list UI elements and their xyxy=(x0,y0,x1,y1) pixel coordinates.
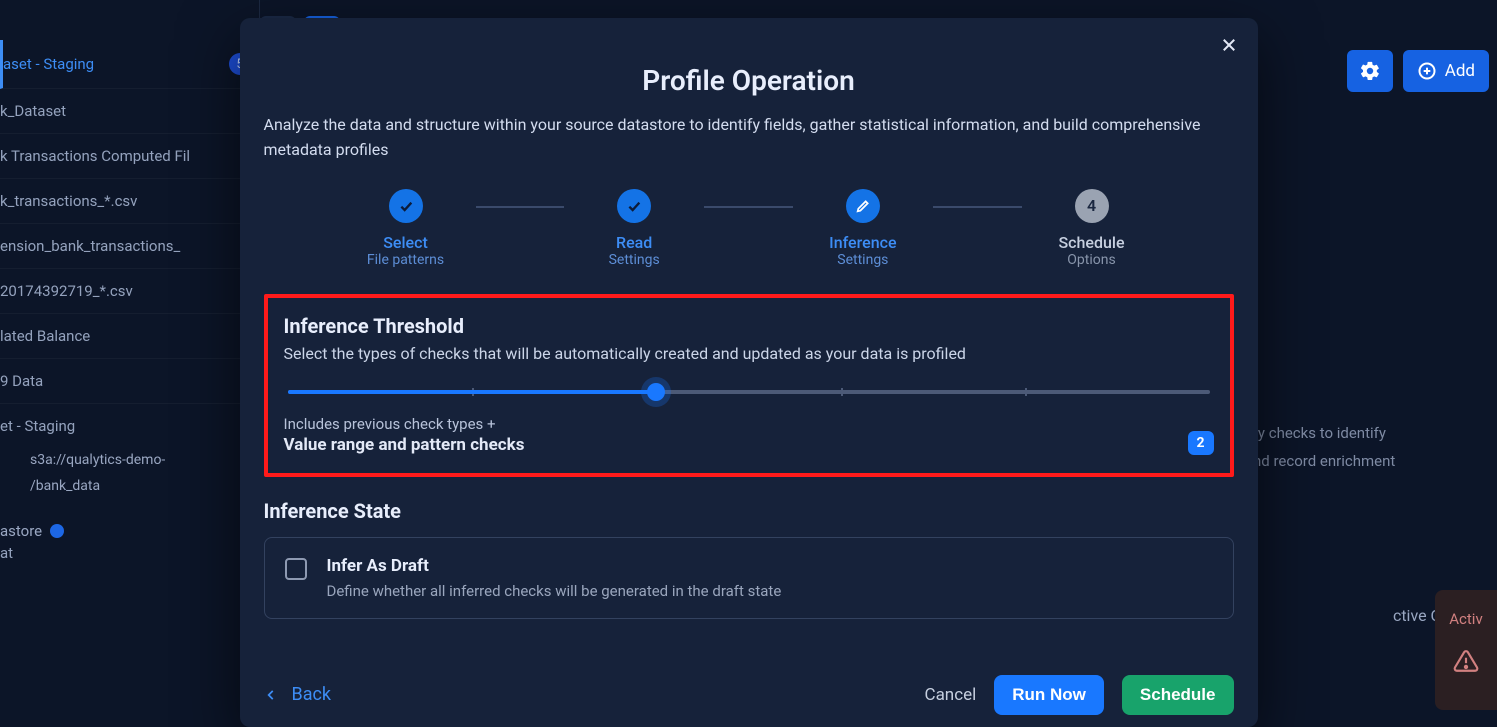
add-button[interactable]: Add xyxy=(1403,50,1489,92)
slider-tick xyxy=(841,388,843,396)
side-alert-label: Activ xyxy=(1449,610,1482,628)
step-sub: File patterns xyxy=(367,252,444,268)
close-button[interactable] xyxy=(1220,36,1238,54)
sidebar-item-label: lated Balance xyxy=(0,327,90,345)
sidebar-item-label: k_Dataset xyxy=(0,102,66,120)
sidebar-item[interactable]: k_Dataset xyxy=(0,89,259,134)
sidebar-section-item[interactable]: et - Staging xyxy=(0,404,259,448)
sidebar-path: s3a://qualytics-demo- xyxy=(0,448,259,478)
modal-title: Profile Operation xyxy=(264,64,1234,97)
infer-as-draft-checkbox[interactable] xyxy=(285,558,307,580)
step-title: Schedule xyxy=(1058,233,1124,252)
sidebar-item-active[interactable]: aset - Staging 5 xyxy=(0,40,259,89)
infer-as-draft-row[interactable]: Infer As Draft Define whether all inferr… xyxy=(264,537,1234,619)
step-line xyxy=(704,206,793,208)
step-title: Read xyxy=(616,233,652,252)
step-circle xyxy=(389,189,423,223)
plus-circle-icon xyxy=(1417,61,1437,81)
threshold-slider[interactable] xyxy=(288,383,1210,401)
step-inference[interactable]: Inference Settings xyxy=(793,189,933,268)
step-select[interactable]: Select File patterns xyxy=(336,189,476,268)
sidebar-item-label: 9 Data xyxy=(0,372,43,390)
check-icon xyxy=(398,198,414,214)
sidebar-item[interactable]: k Transactions Computed Fil xyxy=(0,134,259,179)
sidebar-item-label: 20174392719_*.csv xyxy=(0,282,133,300)
modal-description: Analyze the data and structure within yo… xyxy=(264,113,1234,163)
slider-tick xyxy=(1025,388,1027,396)
step-line xyxy=(933,206,1022,208)
sidebar-item[interactable]: 20174392719_*.csv xyxy=(0,269,259,314)
side-alert-tab[interactable]: Activ xyxy=(1435,590,1497,710)
settings-button[interactable] xyxy=(1347,50,1393,92)
section-subtitle: Select the types of checks that will be … xyxy=(284,344,1214,363)
step-read[interactable]: Read Settings xyxy=(564,189,704,268)
slider-caption: Includes previous check types + Value ra… xyxy=(284,415,1214,455)
sidebar-item-label: et - Staging xyxy=(0,417,75,435)
sidebar-datastore-sub: at xyxy=(0,540,259,575)
sidebar-item[interactable]: k_transactions_*.csv xyxy=(0,179,259,224)
step-circle xyxy=(617,189,651,223)
sidebar-item-label: ension_bank_transactions_ xyxy=(0,237,180,255)
top-right-actions: Add xyxy=(1347,50,1489,92)
sidebar-datastore-label: astore xyxy=(0,504,259,540)
sidebar-item[interactable]: 9 Data xyxy=(0,359,259,404)
cancel-button[interactable]: Cancel xyxy=(925,685,977,705)
schedule-button[interactable]: Schedule xyxy=(1122,675,1234,715)
run-now-button[interactable]: Run Now xyxy=(994,675,1104,715)
add-button-label: Add xyxy=(1445,61,1475,81)
sidebar-item[interactable]: lated Balance xyxy=(0,314,259,359)
sidebar-item-label: k Transactions Computed Fil xyxy=(0,147,190,165)
slider-fill xyxy=(288,390,657,394)
step-line xyxy=(476,206,565,208)
step-schedule[interactable]: 4 Schedule Options xyxy=(1022,189,1162,268)
slider-caption-pre: Includes previous check types + xyxy=(284,415,496,433)
step-circle: 4 xyxy=(1075,189,1109,223)
stepper: Select File patterns Read Settings Infer… xyxy=(336,189,1162,268)
sidebar-item[interactable]: ension_bank_transactions_ xyxy=(0,224,259,269)
slider-value-badge: 2 xyxy=(1188,431,1214,455)
infer-as-draft-sub: Define whether all inferred checks will … xyxy=(327,582,782,600)
inference-threshold-section: Inference Threshold Select the types of … xyxy=(264,294,1234,477)
back-button[interactable]: Back xyxy=(264,684,332,705)
profile-operation-modal: Profile Operation Analyze the data and s… xyxy=(240,18,1258,727)
slider-thumb[interactable] xyxy=(647,383,665,401)
info-icon xyxy=(50,524,64,538)
sidebar-path: /bank_data xyxy=(0,478,259,504)
footer-actions: Cancel Run Now Schedule xyxy=(925,675,1234,715)
step-circle xyxy=(846,189,880,223)
sidebar-item-label: aset - Staging xyxy=(3,55,94,73)
sidebar: aset - Staging 5 k_Dataset k Transaction… xyxy=(0,0,260,727)
step-sub: Settings xyxy=(609,252,660,268)
modal-footer: Back Cancel Run Now Schedule xyxy=(264,675,1234,715)
close-icon xyxy=(1220,36,1238,54)
pencil-icon xyxy=(855,198,871,214)
inference-state-title: Inference State xyxy=(264,499,1234,523)
bg-paragraph: ty checks to identify nd record enrichme… xyxy=(1253,420,1483,476)
alert-triangle-icon xyxy=(1453,648,1479,674)
step-sub: Options xyxy=(1067,252,1115,268)
check-icon xyxy=(626,198,642,214)
step-title: Select xyxy=(383,233,428,252)
slider-caption-strong: Value range and pattern checks xyxy=(284,435,525,455)
step-title: Inference xyxy=(829,233,896,252)
gear-icon xyxy=(1359,60,1381,82)
infer-as-draft-label: Infer As Draft xyxy=(327,556,782,576)
chevron-left-icon xyxy=(264,688,278,702)
section-title: Inference Threshold xyxy=(284,314,1214,338)
step-sub: Settings xyxy=(837,252,888,268)
sidebar-item-label: k_transactions_*.csv xyxy=(0,192,137,210)
back-label: Back xyxy=(292,684,332,705)
